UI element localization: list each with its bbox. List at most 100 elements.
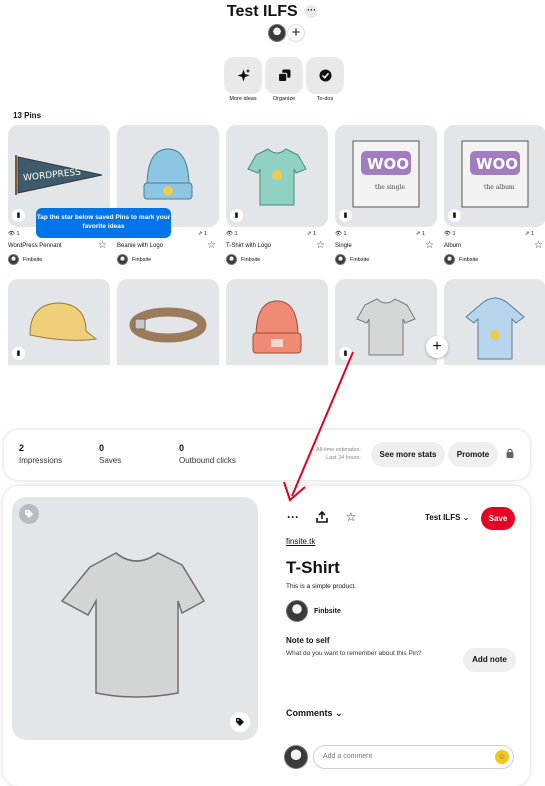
pin-views: 1: [234, 231, 238, 237]
pin-title[interactable]: T-Shirt with Logo: [226, 243, 271, 249]
belt-image: [129, 307, 207, 343]
stats-icon[interactable]: ▮: [12, 347, 25, 360]
pin-detail-card: ··· ☆ Test ILFS ⌄ Save finsite.tk T-Shir…: [3, 486, 530, 786]
pin-owner[interactable]: Finbsite: [286, 600, 341, 622]
outbound-value: 0: [179, 443, 185, 453]
comment-input[interactable]: Add a comment ☺: [313, 745, 514, 769]
avatar[interactable]: [286, 600, 308, 622]
add-note-button[interactable]: Add note: [463, 648, 516, 672]
share-icon[interactable]: [315, 510, 329, 524]
avatar[interactable]: [335, 254, 346, 265]
owner-name[interactable]: Finbsite: [314, 608, 341, 615]
stats-icon[interactable]: ▮: [339, 209, 352, 222]
avatar[interactable]: [117, 254, 128, 265]
sparkle-icon: [237, 68, 250, 82]
pin-owner[interactable]: Finbsite: [459, 257, 478, 263]
todos-action[interactable]: To-dos: [306, 57, 344, 102]
pin-owner[interactable]: Finbsite: [241, 257, 260, 263]
avatar[interactable]: [268, 24, 286, 42]
stats-icon[interactable]: ▮: [448, 209, 461, 222]
pin-title[interactable]: Album: [444, 243, 461, 249]
pin-title[interactable]: Single: [335, 243, 352, 249]
impressions-value: 2: [19, 443, 25, 453]
pin-card[interactable]: [117, 279, 219, 365]
stats-icon[interactable]: ▮: [12, 209, 25, 222]
stats-icon[interactable]: ▮: [339, 347, 352, 360]
pin-image[interactable]: ▮: [335, 279, 437, 365]
pin-image[interactable]: [444, 279, 545, 365]
board-select-label: Test ILFS: [425, 513, 461, 522]
comment-placeholder: Add a comment: [323, 753, 373, 760]
pin-meta: 👁 1 ⇗ 1: [335, 231, 425, 237]
star-icon[interactable]: ☆: [344, 510, 358, 524]
svg-text:the album: the album: [484, 184, 515, 191]
stats-icon[interactable]: ▮: [230, 209, 243, 222]
pin-image[interactable]: WOO the album ▮: [444, 125, 545, 227]
avatar[interactable]: [444, 254, 455, 265]
pin-image[interactable]: ▮: [8, 279, 110, 365]
add-collaborator-button[interactable]: +: [287, 24, 305, 42]
avatar[interactable]: [226, 254, 237, 265]
impressions-stat: 2 Impressions: [19, 443, 62, 465]
beanie-red-image: [252, 300, 302, 354]
pin-title[interactable]: Beanie with Logo: [117, 243, 163, 249]
pin-card[interactable]: ▮: [335, 279, 437, 365]
comments-toggle[interactable]: Comments ⌄: [286, 708, 343, 719]
estimate-line1: All-time estimates.: [316, 447, 361, 453]
pin-meta: 👁 1 ⇗ 1: [226, 231, 316, 237]
pin-detail-image[interactable]: [12, 497, 258, 740]
star-icon[interactable]: ☆: [425, 241, 434, 251]
pin-card[interactable]: [226, 279, 328, 365]
favorite-tooltip[interactable]: Tap the star below saved Pins to mark yo…: [36, 208, 171, 238]
star-icon[interactable]: ☆: [207, 241, 216, 251]
save-button[interactable]: Save: [481, 507, 515, 530]
collaborators: +: [268, 24, 305, 42]
comment-row: Add a comment ☺: [284, 745, 514, 769]
pin-owner[interactable]: Finbsite: [350, 257, 369, 263]
saves-label: Saves: [99, 456, 122, 465]
emoji-icon[interactable]: ☺: [495, 750, 509, 764]
pin-card[interactable]: [444, 279, 545, 365]
avatar: [284, 745, 308, 769]
pin-title[interactable]: WordPress Pennant: [8, 243, 62, 249]
pin-toolbar: ··· ☆: [286, 510, 358, 524]
star-icon[interactable]: ☆: [98, 241, 107, 251]
pin-saves: 1: [203, 231, 207, 237]
board-more-button[interactable]: ···: [305, 5, 319, 19]
pin-card[interactable]: ▮ ⇗ 1 Beanie with Logo☆ Finbsite: [117, 125, 219, 265]
more-ideas-action[interactable]: More ideas: [224, 57, 262, 102]
board-select[interactable]: Test ILFS ⌄: [425, 513, 469, 522]
pin-owner[interactable]: Finbsite: [132, 257, 151, 263]
pin-card[interactable]: ▮ 👁 1 ⇗ 1 T-Shirt with Logo ☆ Finbsite: [226, 125, 328, 265]
pin-card[interactable]: WOO the album ▮ 👁 1 ⇗ 1 Album ☆ Finbsite: [444, 125, 545, 265]
pin-title: T-Shirt: [286, 558, 340, 577]
pin-card[interactable]: WOO the single ▮ 👁 1 ⇗ 1 Single ☆ Finbsite: [335, 125, 437, 265]
pin-saves: 1: [421, 231, 425, 237]
product-tag-icon[interactable]: [230, 712, 250, 732]
star-icon[interactable]: ☆: [316, 241, 325, 251]
pin-card[interactable]: WORDPRESS ▮ 👁 1 WordPress Pennant ☆ Finbs…: [8, 125, 110, 265]
create-pin-button[interactable]: +: [426, 336, 448, 358]
organize-action[interactable]: Organize: [265, 57, 303, 102]
chevron-down-icon: ⌄: [335, 708, 343, 718]
source-link[interactable]: finsite.tk: [286, 537, 315, 546]
pin-card[interactable]: ▮: [8, 279, 110, 365]
pin-saves: 1: [530, 231, 534, 237]
note-heading: Note to self: [286, 636, 330, 645]
avatar[interactable]: [8, 254, 19, 265]
pin-image[interactable]: [226, 279, 328, 365]
see-more-stats-button[interactable]: See more stats: [371, 442, 445, 467]
pin-stats-bar: 2 Impressions 0 Saves 0 Outbound clicks …: [4, 430, 530, 480]
more-options-icon[interactable]: ···: [286, 510, 300, 524]
pin-owner[interactable]: Finbsite: [23, 257, 42, 263]
pin-image[interactable]: [117, 279, 219, 365]
pin-image[interactable]: WOO the single ▮: [335, 125, 437, 227]
star-icon[interactable]: ☆: [534, 241, 543, 251]
board-title-row: Test ILFS ···: [0, 3, 545, 21]
pin-image[interactable]: ▮: [226, 125, 328, 227]
pin-description: This is a simple product.: [286, 583, 357, 590]
promote-button[interactable]: Promote: [448, 442, 498, 467]
tag-icon[interactable]: [19, 504, 39, 524]
organize-icon: [277, 69, 290, 83]
pin-meta: 👁 1 ⇗ 1: [444, 231, 534, 237]
